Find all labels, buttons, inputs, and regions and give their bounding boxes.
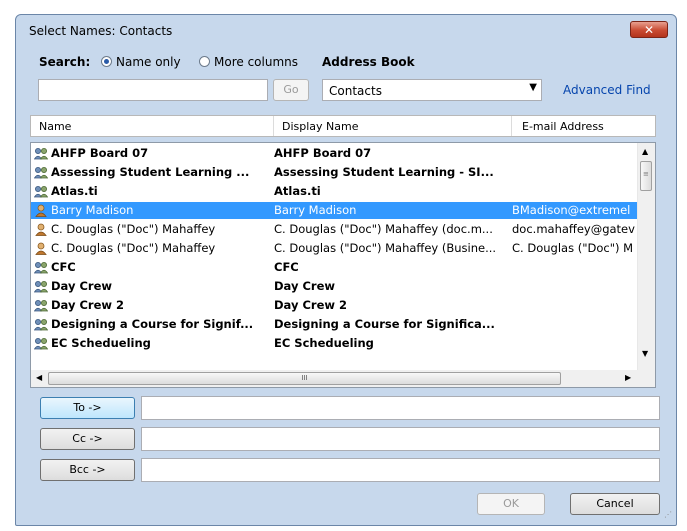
row-name: Atlas.ti: [51, 184, 98, 198]
row-display-name: CFC: [274, 260, 299, 274]
chevron-down-icon[interactable]: ▼: [529, 82, 537, 93]
row-display-name: Designing a Course for Significa...: [274, 317, 495, 331]
row-display-name: Assessing Student Learning - SI...: [274, 165, 494, 179]
column-header-display-name[interactable]: Display Name: [282, 120, 359, 133]
search-input[interactable]: [38, 79, 268, 101]
row-name: EC Schedueling: [51, 336, 151, 350]
ok-button[interactable]: OK: [477, 493, 545, 515]
scroll-corner: [638, 370, 655, 387]
row-name: Day Crew 2: [51, 298, 124, 312]
row-name: Day Crew: [51, 279, 112, 293]
horizontal-scroll-thumb[interactable]: III: [48, 372, 561, 385]
distribution-list-icon: [33, 147, 49, 160]
vertical-scrollbar[interactable]: ▲ ≡ ▼: [637, 143, 655, 370]
radio-name-only-indicator[interactable]: [101, 56, 112, 67]
list-item[interactable]: Day Crew 2 Day Crew 2: [31, 297, 639, 314]
bcc-button[interactable]: Bcc ->: [40, 459, 135, 481]
vertical-scroll-thumb[interactable]: ≡: [640, 161, 652, 191]
list-item[interactable]: C. Douglas ("Doc") Mahaffey C. Douglas ("…: [31, 221, 639, 238]
scroll-up-icon[interactable]: ▲: [642, 147, 648, 156]
list-item[interactable]: Atlas.ti Atlas.ti: [31, 183, 639, 200]
row-name: C. Douglas ("Doc") Mahaffey: [51, 222, 216, 236]
row-name: AHFP Board 07: [51, 146, 149, 160]
row-display-name: C. Douglas ("Doc") Mahaffey (doc.m...: [274, 222, 493, 236]
resize-grip-icon[interactable]: ⋰: [664, 510, 672, 519]
grip-icon: ≡: [643, 170, 649, 178]
list-item[interactable]: Assessing Student Learning ... Assessing …: [31, 164, 639, 181]
distribution-list-icon: [33, 185, 49, 198]
list-item[interactable]: C. Douglas ("Doc") Mahaffey C. Douglas ("…: [31, 240, 639, 257]
list-item[interactable]: Day Crew Day Crew: [31, 278, 639, 295]
to-field[interactable]: [141, 396, 660, 420]
contact-person-icon: [34, 242, 48, 255]
row-email: C. Douglas ("Doc") M: [512, 241, 634, 255]
bcc-field[interactable]: [141, 458, 660, 482]
scroll-left-icon[interactable]: ◀: [36, 373, 42, 382]
title-bar[interactable]: Select Names: Contacts ✕: [16, 15, 676, 45]
contact-person-icon: [34, 204, 48, 217]
cc-button[interactable]: Cc ->: [40, 428, 135, 450]
radio-more-columns[interactable]: More columns: [199, 55, 298, 69]
distribution-list-icon: [33, 299, 49, 312]
distribution-list-icon: [33, 166, 49, 179]
list-item[interactable]: Designing a Course for Signif... Designin…: [31, 316, 639, 333]
cc-field[interactable]: [141, 427, 660, 451]
radio-more-columns-label: More columns: [214, 55, 298, 69]
distribution-list-icon: [33, 318, 49, 331]
horizontal-scrollbar[interactable]: ◀ III ▶: [31, 370, 639, 387]
row-name: C. Douglas ("Doc") Mahaffey: [51, 241, 216, 255]
search-label: Search:: [39, 55, 91, 69]
distribution-list-icon: [33, 261, 49, 274]
row-email: BMadison@extremel: [512, 203, 631, 217]
row-name: Designing a Course for Signif...: [51, 317, 254, 331]
radio-name-only[interactable]: Name only: [101, 55, 181, 69]
row-display-name: Day Crew 2: [274, 298, 347, 312]
address-book-label: Address Book: [322, 55, 415, 69]
contact-person-icon: [34, 223, 48, 236]
advanced-find-link[interactable]: Advanced Find: [563, 83, 651, 97]
cancel-button[interactable]: Cancel: [570, 493, 660, 515]
address-book-select[interactable]: Contacts ▼: [322, 79, 542, 101]
distribution-list-icon: [33, 280, 49, 293]
row-display-name: AHFP Board 07: [274, 146, 372, 160]
row-display-name: Barry Madison: [274, 203, 357, 217]
column-header-name[interactable]: Name: [39, 120, 71, 133]
close-button[interactable]: ✕: [630, 21, 668, 38]
list-item[interactable]: EC Schedueling EC Schedueling: [31, 335, 639, 352]
scroll-right-icon[interactable]: ▶: [625, 373, 631, 382]
column-header-row: Name Display Name E-mail Address: [30, 115, 656, 137]
row-name: CFC: [51, 260, 76, 274]
row-name: Assessing Student Learning ...: [51, 165, 250, 179]
list-item[interactable]: AHFP Board 07 AHFP Board 07: [31, 145, 639, 162]
contact-list[interactable]: AHFP Board 07 AHFP Board 07 Assessing Stud…: [30, 142, 656, 388]
row-email: doc.mahaffey@gatev: [512, 222, 635, 236]
column-header-email[interactable]: E-mail Address: [522, 120, 604, 133]
close-icon: ✕: [643, 23, 655, 37]
scroll-down-icon[interactable]: ▼: [642, 349, 648, 358]
dialog-title: Select Names: Contacts: [29, 24, 173, 38]
to-button[interactable]: To ->: [40, 397, 135, 419]
radio-name-only-label: Name only: [116, 55, 181, 69]
distribution-list-icon: [33, 337, 49, 350]
list-item[interactable]: CFC CFC: [31, 259, 639, 276]
row-display-name: Day Crew: [274, 279, 335, 293]
list-item[interactable]: Barry Madison Barry Madison BMadison@extre…: [31, 202, 639, 219]
row-name: Barry Madison: [51, 203, 134, 217]
row-display-name: Atlas.ti: [274, 184, 321, 198]
address-book-selected: Contacts: [329, 84, 382, 98]
row-display-name: C. Douglas ("Doc") Mahaffey (Busine...: [274, 241, 497, 255]
go-button[interactable]: Go: [273, 79, 309, 101]
radio-more-columns-indicator[interactable]: [199, 56, 210, 67]
row-display-name: EC Schedueling: [274, 336, 374, 350]
